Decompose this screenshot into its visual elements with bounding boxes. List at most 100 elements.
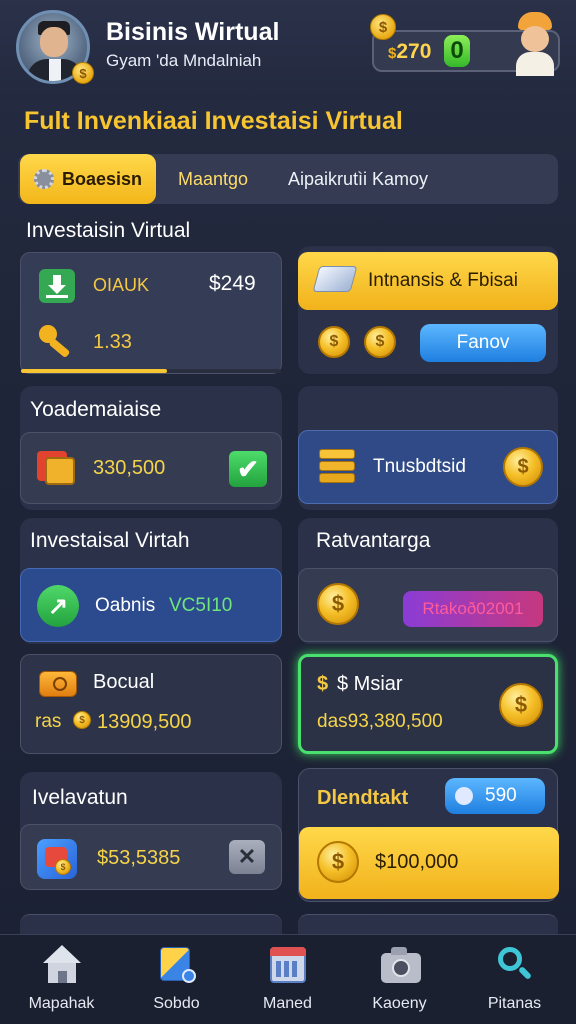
tab-label: Aipaikrutìi Kamoy <box>288 168 429 189</box>
bottom-nav: Mapahak Sobdo Maned Kaoeny Pitanas <box>0 934 576 1024</box>
ratvantarga-pill[interactable]: Rtakoð02001 <box>403 591 543 627</box>
app-screen: $ Bisinis Wirtual Gyam 'da Mndalniah $ $… <box>0 0 576 1024</box>
calendar-icon <box>267 945 309 987</box>
nav-label: Kaoeny <box>372 995 427 1012</box>
ratvantarga-card[interactable]: $ Rtakoð02001 <box>298 568 558 642</box>
tab-label: Maantgo <box>178 168 249 189</box>
mascot-face <box>521 26 549 52</box>
yoademaiaise-card[interactable]: 330,500 ✔ <box>20 432 282 504</box>
coin-icon: $ <box>364 326 396 358</box>
trend-icon: ↗ <box>37 585 79 627</box>
tab-label: Boaesisn <box>61 168 143 189</box>
mascot-avatar[interactable] <box>512 12 558 76</box>
promo-label: Intnansis & Fbisai <box>368 270 518 291</box>
promo-panel: Intnansis & Fbisai $ $ Fanov <box>298 246 558 374</box>
ivelavatun-card[interactable]: $ $53,5385 ✕ <box>20 824 282 890</box>
trusbdtsid-card[interactable]: Tnusbdtsid $ <box>298 430 558 504</box>
badge-icon <box>455 787 473 805</box>
msiar-value: das93,380,500 <box>317 711 443 732</box>
tab-bar: Boaesisn Maantgo Aipaikrutìi Kamoy <box>18 154 558 204</box>
dollar-icon: $ <box>317 673 329 695</box>
coin-icon: $ <box>499 683 543 727</box>
dlendtakt-amount-button[interactable]: $ $100,000 <box>299 827 559 899</box>
progress-track <box>21 369 281 373</box>
ivelavatun-value: $53,5385 <box>97 847 181 869</box>
avatar-shirt <box>49 59 61 81</box>
mascot-body <box>516 52 554 76</box>
gear-icon <box>33 169 54 189</box>
bocual-card[interactable]: Bocual ras $ 13909,500 <box>20 654 282 754</box>
coin-count: $270 <box>388 40 432 63</box>
check-icon[interactable]: ✔ <box>229 451 267 487</box>
msiar-title: $ Msiar <box>337 673 403 695</box>
investasi-virtah-card[interactable]: ↗ Oabnis VC5I10 <box>20 568 282 642</box>
promo-button[interactable]: Fanov <box>420 324 546 362</box>
ivelavatun-panel: Ivelavatun $ $53,5385 ✕ <box>20 772 282 890</box>
download-icon <box>39 269 75 303</box>
investment-card[interactable]: OIAUK $249 1.33 <box>20 252 282 374</box>
coin-icon: $ <box>317 841 359 883</box>
nav-item-maned[interactable]: Maned <box>230 935 345 1024</box>
section-title-investasi: Investaisin Virtual <box>26 219 191 242</box>
dlendtakt-badge[interactable]: 590 <box>445 778 545 814</box>
coin-icon: $ <box>318 326 350 358</box>
add-coins-button[interactable]: 0 <box>444 35 470 67</box>
ratvantarga-panel: Ratvantarga $ Rtakoð02001 <box>298 518 558 644</box>
cash-icon <box>39 671 77 697</box>
progress-fill <box>21 369 167 373</box>
nav-item-kaoeny[interactable]: Kaoeny <box>342 935 457 1024</box>
tab-aipaikruti-kamoy[interactable]: Aipaikrutìi Kamoy <box>288 154 428 204</box>
yoademaiaise-panel: Yoademaiaise 330,500 ✔ <box>20 386 282 510</box>
trusbdtsid-panel: Tnusbdtsid $ <box>298 386 558 510</box>
coin-icon: $ <box>73 711 91 729</box>
close-icon[interactable]: ✕ <box>229 840 265 874</box>
coin-icon: $ <box>503 447 543 487</box>
avatar-face <box>40 27 68 57</box>
app-icon: $ <box>37 839 77 879</box>
next-panel-left <box>20 914 282 936</box>
investasi-virtah-tag: VC5I10 <box>169 595 233 616</box>
investment-code: OIAUK <box>93 275 150 295</box>
nav-item-pitanas[interactable]: Pitanas <box>457 935 572 1024</box>
tab-maantgo[interactable]: Maantgo <box>178 154 248 204</box>
section-title-ivelavatun: Ivelavatun <box>32 786 128 809</box>
bocual-value: 13909,500 <box>97 711 192 733</box>
cube-icon <box>156 945 198 987</box>
app-subtitle: Gyam 'da Mndalniah <box>106 51 262 70</box>
nav-label: Pitanas <box>487 995 542 1012</box>
dlendtakt-amount: $100,000 <box>375 851 459 873</box>
search-icon <box>494 945 536 987</box>
badge-value: 590 <box>485 785 517 806</box>
section-title-dlendtakt: Dlendtakt <box>317 787 409 809</box>
nav-item-sobdo[interactable]: Sobdo <box>119 935 234 1024</box>
tab-boaesisn[interactable]: Boaesisn <box>20 154 156 204</box>
promo-banner[interactable]: Intnansis & Fbisai <box>298 252 558 310</box>
home-icon <box>41 945 83 987</box>
page-title: Fult Invenkiaai Investaisi Virtual <box>24 107 403 135</box>
investment-amount: $249 <box>209 272 256 295</box>
dlendtakt-panel: Dlendtakt 590 $ $100,000 <box>298 768 559 902</box>
photo-icon <box>37 451 75 485</box>
coin-icon: $ <box>370 14 396 40</box>
camera-icon <box>379 945 421 987</box>
coin-icon: $ <box>72 62 94 84</box>
trusbdtsid-label: Tnusbdtsid <box>373 456 466 477</box>
yoademaiaise-value: 330,500 <box>93 457 166 479</box>
msiar-card[interactable]: $ $ Msiar das93,380,500 $ <box>298 654 558 754</box>
investment-value: 1.33 <box>93 331 132 353</box>
nav-label: Maned <box>263 995 312 1012</box>
nav-item-mapahak[interactable]: Mapahak <box>4 935 119 1024</box>
coin-icon: $ <box>55 859 71 875</box>
investasi-virtah-panel: Investaisal Virtah ↗ Oabnis VC5I10 <box>20 518 282 644</box>
app-title: Bisinis Wirtual <box>106 18 280 46</box>
coin-icon: $ <box>317 583 359 625</box>
gold-stack-icon <box>317 447 357 487</box>
next-panel-right <box>298 914 558 936</box>
investasi-virtah-label: Oabnis <box>95 595 156 616</box>
key-icon <box>39 325 73 359</box>
section-title-yoademaiaise: Yoademaiaise <box>30 398 162 421</box>
bocual-prefix: ras <box>35 711 62 732</box>
header-bar: $ Bisinis Wirtual Gyam 'da Mndalniah $ $… <box>0 0 576 100</box>
nav-label: Sobdo <box>153 995 200 1012</box>
nav-label: Mapahak <box>28 995 95 1012</box>
